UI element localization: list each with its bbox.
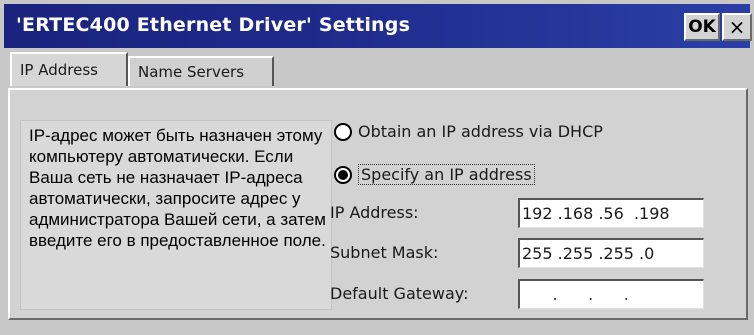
- dhcp-radio-option[interactable]: Obtain an IP address via DHCP: [334, 122, 603, 141]
- specify-ip-radio-button[interactable]: [334, 165, 352, 184]
- default-gateway-label: Default Gateway:: [330, 284, 469, 303]
- ok-button[interactable]: OK: [684, 13, 720, 41]
- specify-ip-radio-label: Specify an IP address: [358, 164, 535, 185]
- dhcp-radio-label: Obtain an IP address via DHCP: [358, 122, 603, 141]
- specify-ip-radio-option[interactable]: Specify an IP address: [334, 164, 535, 185]
- tab-name-servers-label: Name Servers: [138, 63, 245, 81]
- settings-window: 'ERTEC400 Ethernet Driver' Settings OK ×…: [0, 0, 754, 335]
- close-button[interactable]: ×: [722, 13, 752, 41]
- title-bar: 'ERTEC400 Ethernet Driver' Settings OK ×: [4, 4, 752, 48]
- ip-address-input[interactable]: 192 .168 .56 .198: [518, 198, 704, 228]
- window-title: 'ERTEC400 Ethernet Driver' Settings: [16, 14, 411, 36]
- tab-name-servers[interactable]: Name Servers: [128, 56, 274, 86]
- tab-ip-address[interactable]: IP Address: [10, 52, 128, 86]
- ip-address-label: IP Address:: [330, 203, 419, 222]
- info-text: IP-адрес может быть назначен этому компь…: [29, 126, 326, 250]
- ip-address-panel: IP-адрес может быть назначен этому компь…: [8, 88, 748, 320]
- subnet-mask-label: Subnet Mask:: [330, 243, 439, 262]
- dhcp-radio-button[interactable]: [334, 122, 352, 141]
- close-icon: ×: [728, 15, 746, 39]
- default-gateway-input[interactable]: . . .: [518, 279, 704, 309]
- tab-ip-address-label: IP Address: [20, 61, 98, 79]
- subnet-mask-input[interactable]: 255 .255 .255 .0: [518, 238, 704, 268]
- info-box: IP-адрес может быть назначен этому компь…: [20, 120, 332, 310]
